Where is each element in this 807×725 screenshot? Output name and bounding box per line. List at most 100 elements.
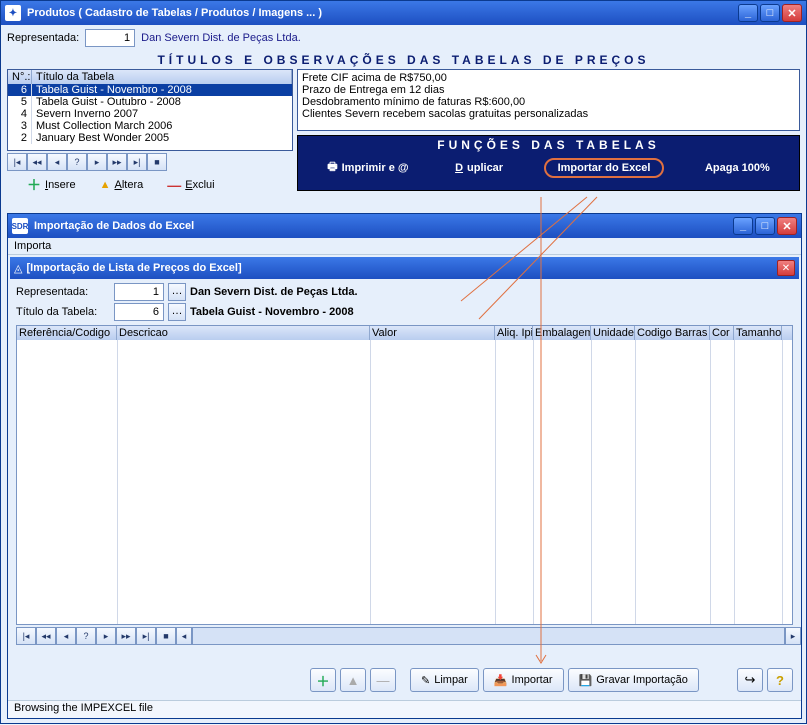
nav-prevset[interactable]: ◂◂	[27, 153, 47, 171]
importar-button[interactable]: 📥Importar	[483, 668, 564, 692]
grid-col-header[interactable]: Codigo Barras	[635, 326, 710, 340]
status-bar: Browsing the IMPEXCEL file	[8, 700, 801, 718]
duplicar-button[interactable]: Duplicar	[449, 160, 509, 176]
outer-titlebar: ✦ Produtos ( Cadastro de Tabelas / Produ…	[1, 1, 806, 25]
limpar-button[interactable]: ✎Limpar	[410, 668, 479, 692]
nav-row-inner: |◂ ◂◂ ◂ ? ▸ ▸▸ ▸| ■ ◂ ▸	[16, 627, 801, 645]
inner-titulo-name: Tabela Guist - Novembro - 2008	[190, 306, 354, 318]
inav-first[interactable]: |◂	[16, 627, 36, 645]
table-row[interactable]: 4Severn Inverno 2007	[8, 108, 292, 120]
obs-line: Prazo de Entrega em 12 dias	[302, 84, 795, 96]
representada-lookup-button[interactable]: …	[168, 283, 186, 301]
inner-titulo-label: Título da Tabela:	[16, 306, 110, 318]
import-icon: 📥	[494, 674, 508, 687]
inav-nextset[interactable]: ▸▸	[116, 627, 136, 645]
status-text: Browsing the IMPEXCEL file	[14, 702, 153, 714]
gravar-button[interactable]: 💾Gravar Importação	[568, 668, 699, 692]
obs-line: Frete CIF acima de R$750,00	[302, 72, 795, 84]
inav-prev[interactable]: ◂	[56, 627, 76, 645]
col-titulo: Título da Tabela	[32, 70, 292, 84]
inner-title: Importação de Dados do Excel	[34, 220, 733, 232]
nav-row-top: |◂ ◂◂ ◂ ? ▸ ▸▸ ▸| ■	[7, 153, 293, 171]
table-row[interactable]: 5Tabela Guist - Outubro - 2008	[8, 96, 292, 108]
inner-representada-label: Representada:	[16, 286, 110, 298]
representada-name: Dan Severn Dist. de Peças Ltda.	[141, 32, 301, 44]
obs-box[interactable]: Frete CIF acima de R$750,00 Prazo de Ent…	[297, 69, 800, 131]
nav-stop[interactable]: ■	[147, 153, 167, 171]
nav-nextset[interactable]: ▸▸	[107, 153, 127, 171]
func-panel: FUNÇÕES DAS TABELAS 🖶Imprimir e @ Duplic…	[297, 135, 800, 191]
inner-representada-name: Dan Severn Dist. de Peças Ltda.	[190, 286, 358, 298]
inner-minimize-button[interactable]: _	[733, 217, 753, 235]
exit-button[interactable]: ↪	[737, 668, 763, 692]
inner-titulo-input[interactable]	[114, 303, 164, 321]
grid-col-header[interactable]: Aliq. Ipi	[495, 326, 533, 340]
save-icon: 💾	[579, 674, 593, 687]
sub-title: [Importação de Lista de Preços do Excel]	[26, 262, 777, 274]
print-icon: 🖶	[327, 158, 337, 177]
titulos-table[interactable]: N°.: Título da Tabela 6Tabela Guist - No…	[7, 69, 293, 151]
grid-col-header[interactable]: Embalagem	[533, 326, 591, 340]
help-button[interactable]: ?	[767, 668, 793, 692]
grid-col-header[interactable]: Descricao	[117, 326, 370, 340]
table-row[interactable]: 6Tabela Guist - Novembro - 2008	[8, 84, 292, 96]
inner-titlebar: SDR Importação de Dados do Excel _ □ ✕	[8, 214, 801, 238]
menu-importa[interactable]: Importa	[14, 240, 51, 252]
inner-maximize-button[interactable]: □	[755, 217, 775, 235]
inav-mark[interactable]: ?	[76, 627, 96, 645]
broom-icon: ✎	[421, 674, 430, 687]
import-grid[interactable]: Referência/CodigoDescricaoValorAliq. Ipi…	[16, 325, 793, 625]
nav-next[interactable]: ▸	[87, 153, 107, 171]
add-button[interactable]: ＋	[310, 668, 336, 692]
titulo-lookup-button[interactable]: …	[168, 303, 186, 321]
inav-last[interactable]: ▸|	[136, 627, 156, 645]
imprimir-button[interactable]: 🖶Imprimir e @	[321, 156, 414, 179]
inav-prevset[interactable]: ◂◂	[36, 627, 56, 645]
grid-col-header[interactable]: Tamanho	[734, 326, 782, 340]
table-row[interactable]: 3Must Collection March 2006	[8, 120, 292, 132]
table-row[interactable]: 2January Best Wonder 2005	[8, 132, 292, 144]
maximize-button[interactable]: □	[760, 4, 780, 22]
nav-first[interactable]: |◂	[7, 153, 27, 171]
inav-stop[interactable]: ■	[156, 627, 176, 645]
grid-col-header[interactable]: Referência/Codigo	[17, 326, 117, 340]
representada-input[interactable]	[85, 29, 135, 47]
inav-next[interactable]: ▸	[96, 627, 116, 645]
insere-action[interactable]: ＋Insere	[27, 175, 76, 195]
nav-mark[interactable]: ?	[67, 153, 87, 171]
button-bar: ＋ ▲ — ✎Limpar 📥Importar 💾Gravar Importaç…	[8, 664, 801, 696]
exclui-action[interactable]: —Exclui	[167, 175, 214, 195]
outer-title: Produtos ( Cadastro de Tabelas / Produto…	[27, 7, 738, 19]
representada-label: Representada:	[7, 32, 79, 44]
apaga-button[interactable]: Apaga 100%	[699, 160, 776, 176]
nav-prev[interactable]: ◂	[47, 153, 67, 171]
up-button[interactable]: ▲	[340, 668, 366, 692]
grid-col-header[interactable]: Valor	[370, 326, 495, 340]
plus-icon: ＋	[27, 175, 41, 195]
inav-left[interactable]: ◂	[176, 627, 192, 645]
minus-icon: —	[167, 177, 181, 193]
minimize-button[interactable]: _	[738, 4, 758, 22]
remove-button[interactable]: —	[370, 668, 396, 692]
outer-window: ✦ Produtos ( Cadastro de Tabelas / Produ…	[0, 0, 807, 724]
close-button[interactable]: ✕	[782, 4, 802, 22]
inner-app-icon: SDR	[12, 218, 28, 234]
grid-col-header[interactable]: Unidade	[591, 326, 635, 340]
section-title: TÍTULOS E OBSERVAÇÕES DAS TABELAS DE PRE…	[1, 53, 806, 67]
altera-action[interactable]: ▲Altera	[100, 175, 144, 195]
menubar: Importa	[8, 238, 801, 255]
h-scrollbar[interactable]	[192, 627, 785, 645]
obs-line: Clientes Severn recebem sacolas gratuita…	[302, 108, 795, 120]
inner-representada-input[interactable]	[114, 283, 164, 301]
inner-window: SDR Importação de Dados do Excel _ □ ✕ I…	[7, 213, 802, 719]
inner-close-button[interactable]: ✕	[777, 217, 797, 235]
grid-col-header[interactable]: Cor	[710, 326, 734, 340]
subwin-icon: ◬	[14, 262, 22, 275]
nav-last[interactable]: ▸|	[127, 153, 147, 171]
importar-excel-button[interactable]: Importar do Excel	[544, 158, 665, 178]
obs-line: Desdobramento mínimo de faturas R$:600,0…	[302, 96, 795, 108]
sub-close-button[interactable]: ✕	[777, 260, 795, 276]
app-icon: ✦	[5, 5, 21, 21]
col-n: N°.:	[8, 70, 32, 84]
inav-right[interactable]: ▸	[785, 627, 801, 645]
